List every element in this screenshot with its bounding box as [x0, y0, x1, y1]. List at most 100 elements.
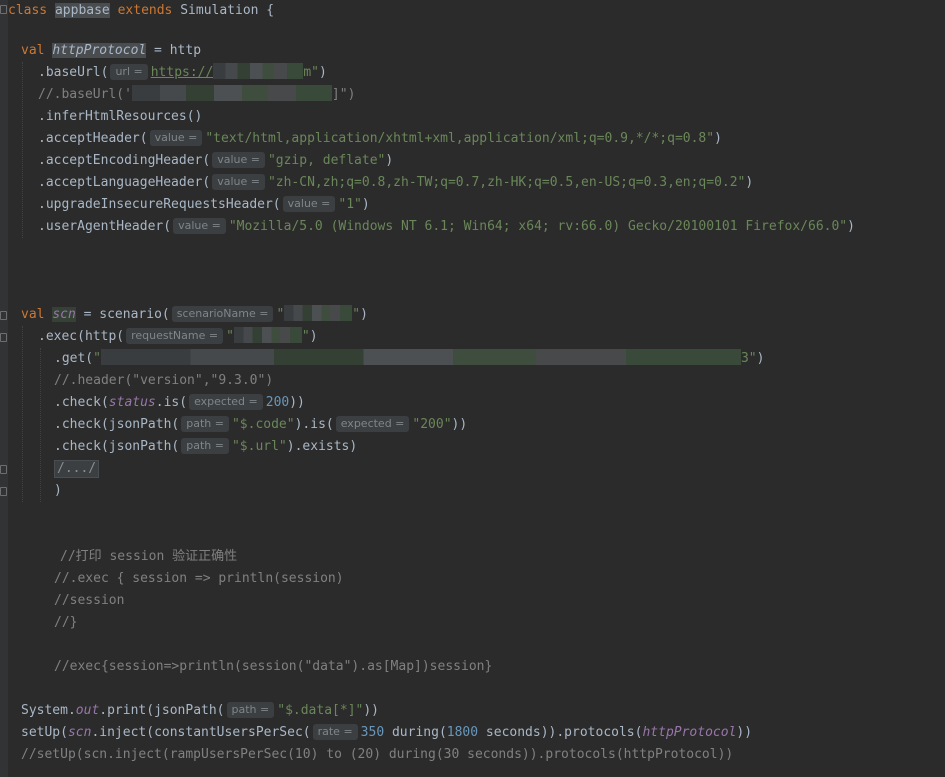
code-line[interactable]: .get(" 3")	[54, 348, 764, 370]
fold-marker-icon[interactable]	[0, 333, 7, 342]
code-token: 1800	[446, 725, 479, 740]
code-token: .acceptEncodingHeader(	[38, 153, 211, 168]
code-token: .check(	[54, 395, 109, 410]
code-line[interactable]: val scn = scenario(scenarioName = " ")	[21, 304, 368, 326]
code-token: 200	[265, 395, 290, 410]
code-token: ))	[736, 725, 753, 740]
code-token: status	[108, 395, 156, 410]
code-token: ))	[363, 703, 379, 718]
folded-code-block[interactable]: /.../	[54, 460, 100, 478]
code-token: .acceptHeader(	[38, 131, 148, 146]
redacted-text	[233, 327, 302, 343]
code-token: m"	[303, 65, 319, 80]
parameter-hint: expected =	[335, 416, 410, 432]
redacted-text	[131, 85, 332, 101]
code-token: //.exec { session => println(session)	[54, 571, 344, 586]
code-token: .upgradeInsecureRequestsHeader(	[38, 197, 281, 212]
code-line[interactable]: .acceptLanguageHeader(value = "zh-CN,zh;q…	[38, 172, 753, 194]
code-line[interactable]: System.out.print(jsonPath(path = "$.data[…	[21, 700, 379, 722]
code-token: "200"	[412, 417, 452, 432]
code-line[interactable]: //setUp(scn.inject(rampUsersPerSec(10) t…	[21, 744, 733, 766]
code-token: ).is(	[294, 417, 334, 432]
code-token: ).exists)	[286, 439, 358, 454]
code-token: .print(jsonPath(	[99, 703, 225, 718]
code-token: 350	[360, 725, 385, 740]
parameter-hint: path =	[226, 702, 275, 718]
parameter-hint: value =	[282, 196, 336, 212]
code-token: .check(jsonPath(	[54, 439, 180, 454]
code-token: System.	[21, 703, 76, 718]
parameter-hint: rate =	[312, 724, 358, 740]
code-line[interactable]: class appbase extends Simulation {	[8, 0, 274, 22]
fold-marker-icon[interactable]	[0, 487, 7, 496]
code-line[interactable]: //打印 session 验证正确性	[60, 546, 237, 568]
parameter-hint: value =	[149, 130, 203, 146]
code-token: .is(	[155, 395, 188, 410]
code-token: .get(	[54, 351, 94, 366]
code-token: //setUp(scn.inject(rampUsersPerSec(10) t…	[21, 747, 734, 762]
code-token: = scenario(	[75, 307, 170, 322]
code-token: out	[75, 703, 100, 718]
parameter-hint: value =	[212, 152, 265, 168]
code-token: val	[21, 43, 53, 58]
fold-marker-icon[interactable]	[0, 5, 7, 14]
parameter-hint: url =	[110, 64, 148, 80]
code-token: )	[319, 65, 327, 80]
code-line[interactable]: .userAgentHeader(value = "Mozilla/5.0 (Wi…	[38, 216, 855, 238]
code-token: during(	[384, 725, 447, 740]
code-token: //打印 session 验证正确性	[60, 549, 238, 564]
fold-marker-icon[interactable]	[0, 465, 7, 474]
code-token: class	[8, 3, 55, 18]
code-token: )	[714, 131, 722, 146]
code-token: scn	[67, 725, 92, 740]
fold-marker-icon[interactable]	[0, 311, 7, 320]
code-token: https://	[150, 65, 214, 80]
code-token: "	[352, 307, 361, 322]
code-token: "gzip, deflate"	[267, 153, 386, 168]
code-line[interactable]: .check(jsonPath(path = "$.url").exists)	[54, 436, 357, 458]
indent-guide	[40, 348, 41, 502]
code-token: .inferHtmlResources()	[38, 109, 203, 124]
code-line[interactable]: .exec(http(requestName = " ")	[38, 326, 318, 348]
code-line[interactable]: .inferHtmlResources()	[38, 106, 202, 128]
code-token: = http	[146, 43, 202, 58]
code-token: "text/html,application/xhtml+xml,applica…	[205, 131, 715, 146]
code-token: seconds)).protocols(	[478, 725, 643, 740]
code-line[interactable]: )	[54, 480, 62, 502]
code-line[interactable]: //.header("version","9.3.0")	[54, 370, 273, 392]
code-token: "	[301, 329, 310, 344]
code-token: )	[385, 153, 394, 168]
code-line[interactable]: /.../	[54, 458, 100, 480]
code-token: "zh-CN,zh;q=0.8,zh-TW;q=0.7,zh-HK;q=0.5,…	[267, 175, 746, 190]
code-line[interactable]: //}	[54, 612, 77, 634]
code-line[interactable]: val httpProtocol = http	[21, 40, 201, 62]
parameter-hint: value =	[212, 174, 265, 190]
code-token: "	[276, 307, 285, 322]
code-token: //}	[54, 615, 78, 630]
code-token: appbase	[54, 3, 110, 18]
code-token: "Mozilla/5.0 (Windows NT 6.1; Win64; x64…	[228, 219, 848, 234]
redacted-text	[213, 63, 304, 79]
code-token: httpProtocol	[52, 43, 147, 58]
code-token: //.header("version","9.3.0")	[54, 373, 274, 388]
code-line[interactable]: .acceptHeader(value = "text/html,applicat…	[38, 128, 722, 150]
redacted-text	[284, 305, 353, 321]
code-line[interactable]: //.exec { session => println(session)	[54, 568, 344, 590]
code-line[interactable]: .upgradeInsecureRequestsHeader(value = "1…	[38, 194, 370, 216]
code-line[interactable]: //.baseUrl(']")	[38, 84, 355, 106]
code-line[interactable]: .check(status.is(expected = 200))	[54, 392, 305, 414]
code-line[interactable]: setUp(scn.inject(constantUsersPerSec(rat…	[21, 722, 752, 744]
code-line[interactable]: //session	[54, 590, 124, 612]
code-token: .exec(http(	[38, 329, 125, 344]
code-token: )	[309, 329, 318, 344]
parameter-hint: path =	[181, 416, 229, 432]
code-line[interactable]: .check(jsonPath(path = "$.code").is(expec…	[54, 414, 467, 436]
code-line[interactable]: //exec{session=>println(session("data").…	[54, 656, 492, 678]
code-line[interactable]: .acceptEncodingHeader(value = "gzip, defl…	[38, 150, 393, 172]
code-token: )	[360, 307, 368, 322]
indent-guide	[22, 326, 23, 502]
code-line[interactable]: .baseUrl(url = https:// m")	[38, 62, 327, 84]
code-token: .inject(constantUsersPerSec(	[91, 725, 311, 740]
code-token: //.baseUrl('	[38, 87, 132, 102]
code-editor[interactable]: class appbase extends Simulation { val ht…	[0, 0, 945, 777]
